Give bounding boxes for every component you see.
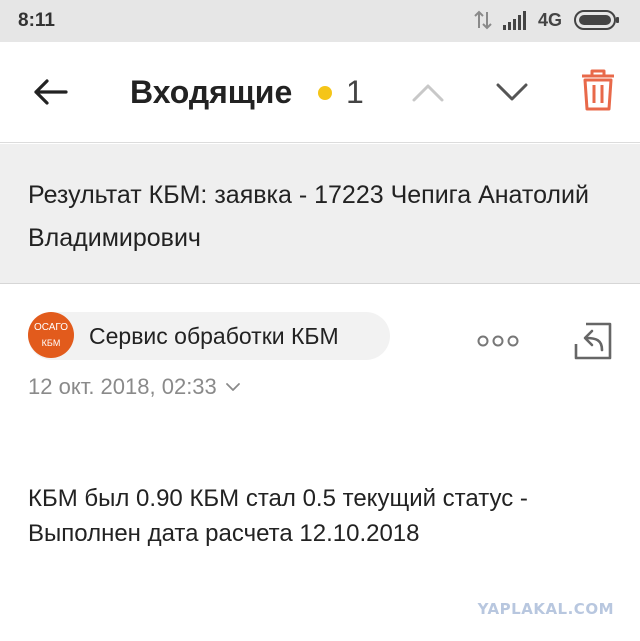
toolbar: Входящие 1 [0,42,640,143]
avatar-text-top: ОСАГО [33,322,69,333]
date-text: 12 окт. 2018, 02:33 [28,374,217,399]
back-arrow-icon[interactable] [30,72,70,112]
subject-band: Результат КБМ: заявка - 17223 Чепига Ана… [0,144,640,284]
status-bar: 8:11 4G [0,0,640,42]
sender-avatar: ОСАГО КБМ [28,312,74,358]
next-message-chevron-down-icon[interactable] [494,74,530,110]
reply-icon[interactable] [572,320,614,362]
battery-icon [574,10,619,30]
previous-message-chevron-up-icon[interactable] [410,74,446,110]
network-type: 4G [537,9,562,30]
no-data-icon [474,10,492,30]
more-options-icon[interactable] [476,334,520,348]
trash-icon[interactable] [578,68,618,112]
message-body: КБМ был 0.90 КБМ стал 0.5 текущий статус… [28,485,528,547]
avatar-text-bottom: КБМ [41,338,61,348]
message-date[interactable]: 12 окт. 2018, 02:33 [28,374,241,400]
watermark: YAPLAKAL.COM [477,600,614,618]
unread-dot [318,86,332,100]
sender-name: Сервис обработки КБМ [89,323,339,349]
signal-icon [502,11,526,30]
folder-title: Входящие [130,74,293,110]
status-icons: 4G [472,9,620,31]
message-subject: Результат КБМ: заявка - 17223 Чепига Ана… [28,181,589,252]
status-time: 8:11 [18,10,55,31]
unread-count: 1 [346,74,364,110]
chevron-down-icon [225,383,240,391]
sender-chip[interactable]: ОСАГО КБМ Сервис обработки КБМ [28,312,390,360]
